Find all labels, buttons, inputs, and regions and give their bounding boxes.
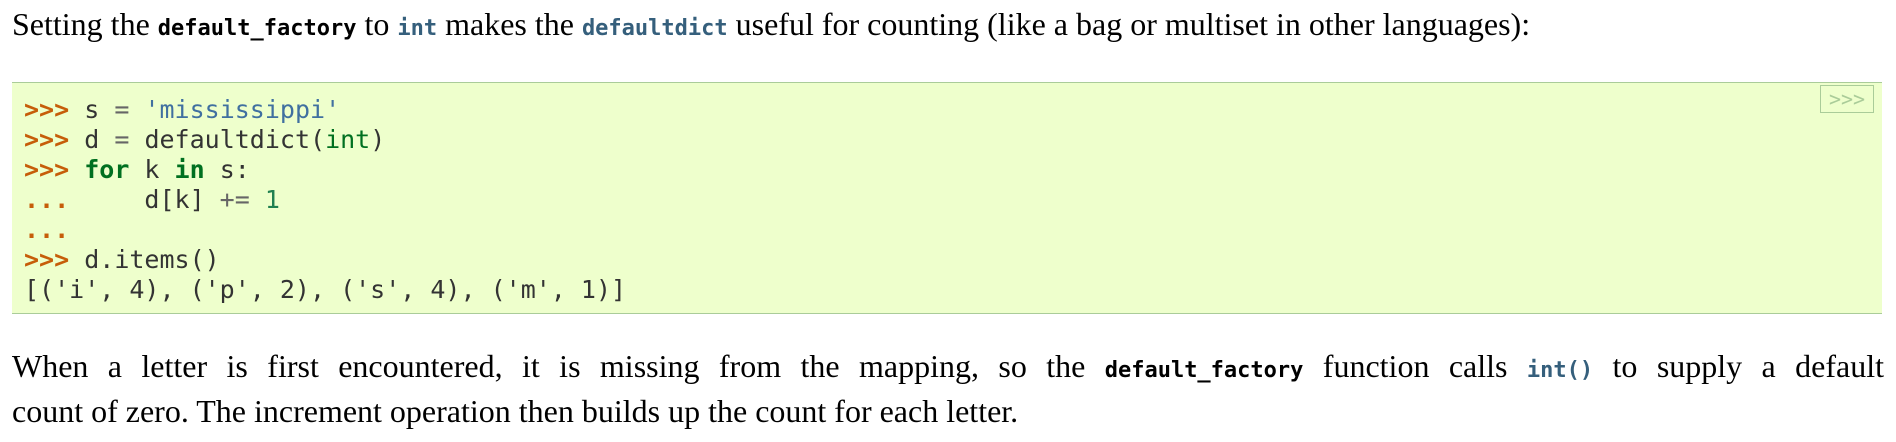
code-prompt: >>>	[24, 245, 85, 274]
code-prompt: >>>	[24, 95, 85, 124]
explanation-text-1: When a letter is first encountered, it i…	[12, 348, 1105, 384]
defaultdict-link[interactable]: defaultdict	[582, 16, 728, 41]
code-lines: >>> s = 'mississippi' >>> d = defaultdict…	[24, 95, 626, 305]
default-factory-code: default_factory	[1104, 358, 1304, 383]
code-builtin: int	[325, 125, 371, 154]
code-line: >>> for k in s:	[24, 155, 626, 185]
intro-paragraph: Setting the default_factory to int makes…	[12, 4, 1884, 49]
code-operator: +=	[219, 185, 250, 214]
code-prompt: >>>	[24, 125, 85, 154]
code-token: k	[129, 155, 175, 184]
intro-text-4: useful for counting (like a bag or multi…	[727, 6, 1531, 42]
code-operator: =	[114, 125, 130, 154]
explanation-line-1: When a letter is first encountered, it i…	[12, 346, 1884, 391]
code-keyword: for	[84, 155, 130, 184]
code-output: [('i', 4), ('p', 2), ('s', 4), ('m', 1)]	[24, 275, 627, 304]
code-token: d[k]	[69, 185, 220, 214]
intro-text-3: makes the	[437, 6, 582, 42]
code-line: ... d[k] += 1	[24, 185, 626, 215]
code-prompt: >>>	[24, 155, 85, 184]
code-prompt: ...	[24, 215, 70, 244]
code-line: >>> s = 'mississippi'	[24, 95, 626, 125]
intro-text-1: Setting the	[12, 6, 158, 42]
code-token: s:	[204, 155, 250, 184]
code-line: [('i', 4), ('p', 2), ('s', 4), ('m', 1)]	[24, 275, 626, 305]
intro-text-2: to	[356, 6, 398, 42]
int-link[interactable]: int	[397, 16, 437, 41]
toggle-prompts-button[interactable]: >>>	[1820, 85, 1874, 113]
code-line: ...	[24, 215, 626, 245]
explanation-text-2: function calls	[1303, 348, 1527, 384]
code-operator: =	[114, 95, 130, 124]
code-token: d.items()	[84, 245, 220, 274]
code-line: >>> d = defaultdict(int)	[24, 125, 626, 155]
code-example-block: >>> >>> s = 'mississippi' >>> d = default…	[12, 82, 1882, 314]
code-token: s	[84, 95, 115, 124]
code-line: >>> d.items()	[24, 245, 626, 275]
default-factory-code: default_factory	[157, 16, 357, 41]
explanation-paragraph: When a letter is first encountered, it i…	[12, 346, 1884, 432]
code-token: defaultdict(	[129, 125, 326, 154]
explanation-text-3: to supply a default	[1593, 348, 1885, 384]
int-call-link[interactable]: int()	[1527, 358, 1593, 383]
code-prompt: ...	[24, 185, 70, 214]
code-token: d	[84, 125, 115, 154]
code-keyword: in	[174, 155, 205, 184]
code-token: )	[370, 125, 386, 154]
explanation-line-2: count of zero. The increment operation t…	[12, 393, 1019, 429]
code-number: 1	[264, 185, 280, 214]
code-string: 'mississippi'	[144, 95, 341, 124]
